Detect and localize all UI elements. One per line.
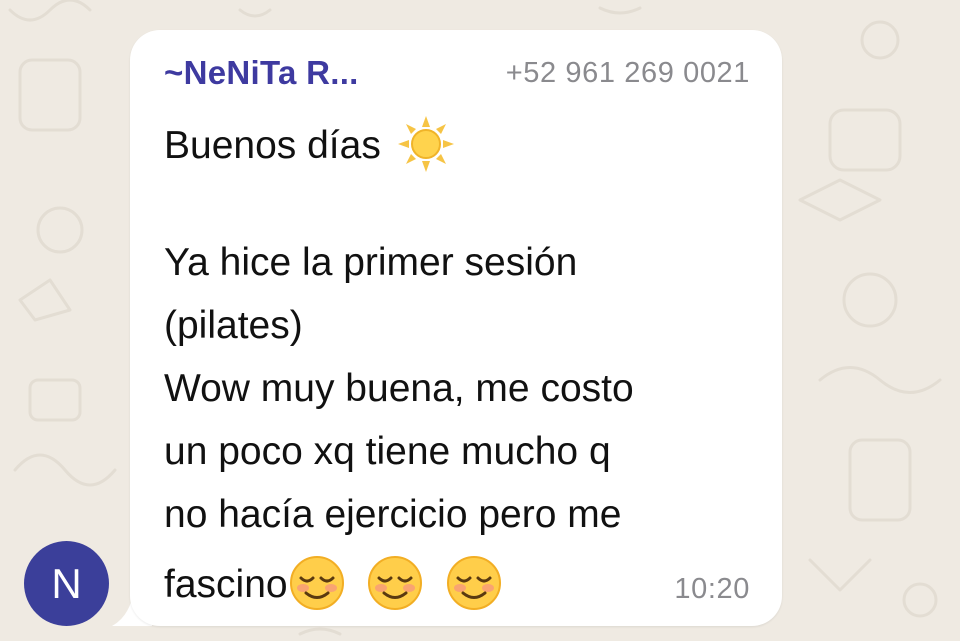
message-line-text: fascino: [164, 562, 288, 606]
message-line: (pilates): [164, 304, 303, 347]
sun-emoji: [397, 116, 454, 179]
message-bubble[interactable]: ~NeNiTa R... +52 961 269 0021 Buenos día…: [130, 30, 782, 626]
message-line: un poco xq tiene mucho q: [164, 430, 611, 473]
message-header: ~NeNiTa R... +52 961 269 0021: [164, 54, 750, 94]
message-line-text: Buenos días: [164, 123, 381, 167]
message-line: Buenos días: [164, 116, 454, 179]
sender-prefix: ~: [164, 54, 184, 91]
message-line: Ya hice la primer sesión: [164, 241, 578, 284]
smiling-face-emoji: [366, 554, 424, 619]
smiling-face-emoji: [445, 554, 503, 619]
message-line: fascino: [164, 554, 503, 619]
sender-avatar[interactable]: N: [24, 541, 109, 626]
message-timestamp: 10:20: [674, 573, 750, 605]
sender-phone[interactable]: +52 961 269 0021: [506, 57, 750, 90]
message-line: no hacía ejercicio pero me: [164, 493, 622, 536]
smiling-face-emoji: [288, 554, 346, 619]
sender-name-text: NeNiTa R...: [183, 54, 359, 91]
message-line: Wow muy buena, me costo: [164, 367, 634, 410]
sender-name[interactable]: ~NeNiTa R...: [164, 54, 359, 92]
